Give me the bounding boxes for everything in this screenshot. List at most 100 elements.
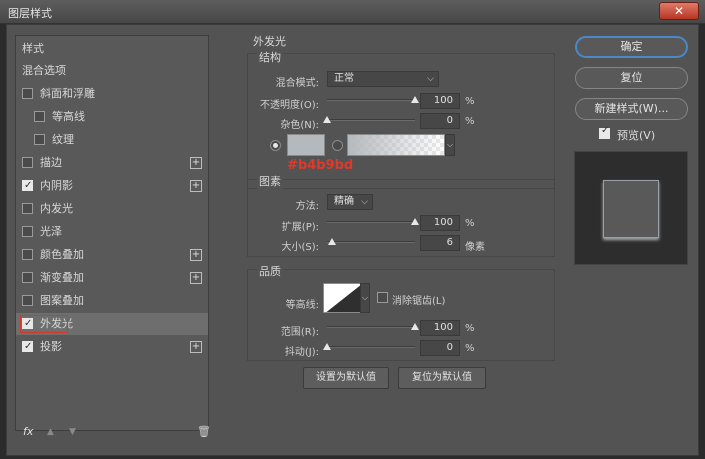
style-list: 样式 混合选项 斜面和浮雕 等高线 纹理 描边 + 内阴影 + 内发 (15, 35, 209, 431)
style-list-item-drop-shadow[interactable]: 投影 + (16, 336, 208, 358)
reset-to-default-button[interactable]: 复位为默认值 (398, 367, 486, 389)
color-overlay-checkbox[interactable] (22, 249, 33, 260)
satin-checkbox[interactable] (22, 226, 33, 237)
style-item-label: 光泽 (40, 225, 62, 238)
inner-glow-checkbox[interactable] (22, 203, 33, 214)
move-down-icon[interactable]: ▼ (69, 427, 76, 437)
spread-unit: % (465, 218, 475, 229)
style-item-label: 渐变叠加 (40, 271, 84, 284)
size-input[interactable]: 6 (420, 235, 460, 251)
slider-thumb[interactable] (411, 323, 419, 330)
ok-button[interactable]: 确定 (575, 36, 688, 58)
noise-slider[interactable] (323, 114, 415, 126)
preview-label: 预览(V) (617, 129, 656, 142)
style-list-item-stroke[interactable]: 描边 + (16, 152, 208, 174)
opacity-label: 不透明度(O): (259, 100, 319, 111)
style-list-item-pattern-overlay[interactable]: 图案叠加 (16, 290, 208, 312)
style-list-item-bevel-emboss[interactable]: 斜面和浮雕 (16, 83, 208, 105)
jitter-input[interactable]: 0 (420, 340, 460, 356)
new-style-button[interactable]: 新建样式(W)... (575, 98, 688, 120)
highlight-annotation (20, 315, 68, 333)
range-slider[interactable] (327, 321, 419, 333)
inner-shadow-checkbox[interactable] (22, 175, 33, 197)
add-gradient-overlay-icon[interactable]: + (190, 272, 202, 284)
style-item-label: 描边 (40, 156, 62, 169)
slider-thumb[interactable] (411, 96, 419, 103)
trash-icon[interactable]: 🗑 (197, 425, 211, 438)
drop-shadow-checkbox[interactable] (22, 336, 33, 358)
elements-title: 图素 (257, 173, 283, 189)
blend-mode-select[interactable]: 正常 ⌵ (327, 71, 439, 87)
chevron-down-icon[interactable]: ⌵ (445, 134, 455, 156)
style-item-label: 颜色叠加 (40, 248, 84, 261)
glow-color-swatch[interactable] (287, 134, 325, 156)
solid-color-radio[interactable] (270, 140, 281, 151)
blend-mode-label: 混合模式: (275, 78, 319, 89)
opacity-slider[interactable] (327, 94, 419, 106)
stroke-checkbox[interactable] (22, 157, 33, 168)
spread-input[interactable]: 100 (420, 215, 460, 231)
style-list-item-blending-options[interactable]: 混合选项 (16, 60, 208, 82)
add-stroke-icon[interactable]: + (190, 157, 202, 169)
contour-label: 等高线: (285, 300, 319, 311)
slider-thumb[interactable] (323, 116, 331, 123)
noise-label: 杂色(N): (280, 120, 319, 131)
outer-glow-title: 外发光 (253, 35, 286, 48)
style-list-item-inner-shadow[interactable]: 内阴影 + (16, 175, 208, 197)
antialias-label: 消除锯齿(L) (392, 296, 446, 307)
add-inner-shadow-icon[interactable]: + (190, 180, 202, 192)
structure-title: 结构 (257, 49, 283, 65)
style-list-item-gradient-overlay[interactable]: 渐变叠加 + (16, 267, 208, 289)
antialias-checkbox[interactable] (377, 292, 388, 303)
range-input[interactable]: 100 (420, 320, 460, 336)
style-list-item-styles[interactable]: 样式 (16, 38, 208, 60)
style-list-item-satin[interactable]: 光泽 (16, 221, 208, 243)
slider-track (327, 326, 415, 328)
size-label: 大小(S): (281, 242, 319, 253)
style-item-label: 等高线 (52, 110, 85, 123)
chevron-down-icon: ⌵ (361, 197, 368, 207)
title-bar: 图层样式 ✕ (0, 0, 705, 24)
slider-thumb[interactable] (411, 218, 419, 225)
opacity-input[interactable]: 100 (420, 93, 460, 109)
size-slider[interactable] (327, 236, 415, 248)
style-list-item-color-overlay[interactable]: 颜色叠加 + (16, 244, 208, 266)
technique-select[interactable]: 精确 ⌵ (327, 194, 373, 210)
slider-thumb[interactable] (323, 343, 331, 350)
glow-gradient-picker[interactable] (347, 134, 445, 156)
move-up-icon[interactable]: ▲ (47, 427, 54, 437)
reset-button[interactable]: 复位 (575, 67, 688, 89)
jitter-label: 抖动(J): (284, 347, 319, 358)
contour-picker[interactable] (323, 283, 361, 313)
close-button[interactable]: ✕ (659, 2, 699, 20)
slider-track (327, 119, 415, 121)
style-item-label: 混合选项 (22, 64, 66, 77)
fx-icon[interactable]: fx (23, 425, 33, 438)
pattern-overlay-checkbox[interactable] (22, 295, 33, 306)
gradient-overlay-checkbox[interactable] (22, 272, 33, 283)
bevel-emboss-checkbox[interactable] (22, 88, 33, 99)
slider-track (327, 221, 415, 223)
style-list-item-texture[interactable]: 纹理 (16, 129, 208, 151)
chevron-down-icon[interactable]: ⌵ (360, 283, 370, 313)
jitter-slider[interactable] (323, 341, 415, 353)
slider-thumb[interactable] (328, 238, 337, 245)
make-default-button[interactable]: 设置为默认值 (303, 367, 389, 389)
contour-checkbox[interactable] (34, 111, 45, 122)
style-item-label: 纹理 (52, 133, 74, 146)
preview-checkbox[interactable]: ✓ (599, 125, 610, 139)
gradient-radio[interactable] (332, 140, 343, 151)
size-unit: 像素 (465, 242, 485, 253)
technique-label: 方法: (295, 201, 319, 212)
style-list-item-outer-glow[interactable]: 外发光 (16, 313, 208, 335)
noise-input[interactable]: 0 (420, 113, 460, 129)
range-label: 范围(R): (280, 327, 319, 338)
texture-checkbox[interactable] (34, 134, 45, 145)
slider-track (327, 346, 415, 348)
add-color-overlay-icon[interactable]: + (190, 249, 202, 261)
spread-slider[interactable] (327, 216, 419, 228)
style-list-item-inner-glow[interactable]: 内发光 (16, 198, 208, 220)
style-list-item-contour[interactable]: 等高线 (16, 106, 208, 128)
style-item-label: 内阴影 (40, 179, 73, 192)
add-drop-shadow-icon[interactable]: + (190, 341, 202, 353)
